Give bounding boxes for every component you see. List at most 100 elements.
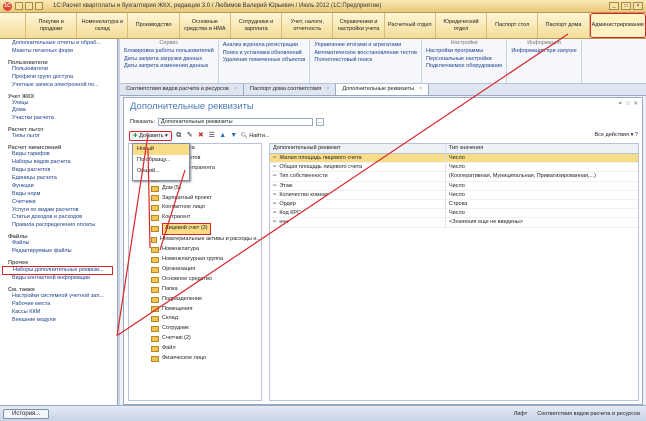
sidebar-item[interactable]: Дополнительные отчеты и обраб... xyxy=(2,40,117,48)
sidebar-item[interactable]: Пользователи xyxy=(2,66,117,74)
table-row[interactable]: ━ Этаж Число xyxy=(270,181,638,191)
sidebar-item[interactable]: Файлы xyxy=(2,240,117,248)
sidebar-item[interactable]: Услуги по видам расчетов xyxy=(2,207,117,215)
sidebar-item[interactable]: Настройки системной учетной зап... xyxy=(2,293,117,301)
tab[interactable]: Соответствия видов расчета и ресурсов × xyxy=(120,84,244,95)
table-row[interactable]: ━ Общая площадь лицевого счета Число xyxy=(270,163,638,173)
action-link[interactable]: Автоматическое восстановление тестов xyxy=(314,50,417,58)
section-2[interactable]: Номенклатура и склад xyxy=(77,13,129,38)
sidebar-item[interactable]: Дома xyxy=(2,107,117,115)
sidebar-item[interactable]: Участки расчета xyxy=(2,115,117,123)
tree-item[interactable]: Дом (5) xyxy=(129,184,261,194)
sidebar-item[interactable]: Учетные записи электронной по... xyxy=(2,82,117,90)
menu-item[interactable]: Новый xyxy=(133,144,189,155)
tab[interactable]: Паспорт дома соответствия × xyxy=(244,84,337,95)
tree-item[interactable]: Файл xyxy=(129,344,261,354)
show-field[interactable]: Дополнительные реквизиты xyxy=(157,118,313,126)
section-10[interactable]: Паспорт стол xyxy=(487,13,539,38)
sidebar-item[interactable]: Улицы xyxy=(2,100,117,108)
tab-close-icon[interactable]: × xyxy=(234,86,237,92)
sidebar-item[interactable]: Статьи доходов и расходов xyxy=(2,214,117,222)
tab-close-icon[interactable]: × xyxy=(419,86,422,92)
tab-close-icon[interactable]: × xyxy=(326,86,329,92)
sidebar-item[interactable]: Виды контактной информации xyxy=(2,275,117,283)
table-row[interactable]: ━ Жилая площадь лицевого счета Число xyxy=(270,154,638,164)
tree-item[interactable]: Сотрудник xyxy=(129,324,261,334)
action-link[interactable]: Удаление помеченных объектов xyxy=(223,57,306,65)
section-7[interactable]: Справочники и настройки учета xyxy=(333,13,385,38)
table-row[interactable]: ━ Код КРС Число xyxy=(270,209,638,219)
maximize-button[interactable]: □ xyxy=(621,2,631,10)
move-up-icon[interactable]: ▲ xyxy=(219,132,227,140)
action-link[interactable]: Даты запрета загрузки данных xyxy=(124,56,214,64)
action-link[interactable]: Управление итогами и агрегатами xyxy=(314,42,417,50)
section-5[interactable]: Сотрудники и зарплата xyxy=(231,13,283,38)
sidebar-item[interactable]: Наборы дополнительных реквизи... xyxy=(2,266,113,276)
tree-item[interactable]: Счетчик (2) xyxy=(129,334,261,344)
close-button[interactable]: × xyxy=(633,2,643,10)
sidebar-item[interactable]: Внешние модули xyxy=(2,317,117,325)
all-actions-button[interactable]: Все действия ▾ ? xyxy=(595,132,638,138)
link-icon[interactable]: ⚭ xyxy=(618,101,623,107)
section-4[interactable]: Основные средства и НМА xyxy=(180,13,231,38)
star-icon[interactable]: ☆ xyxy=(625,101,630,107)
tree-item[interactable]: Помещения xyxy=(129,305,261,315)
section-8[interactable]: Расчетный отдел xyxy=(385,13,436,38)
action-link[interactable]: Блокировка работы пользователей xyxy=(124,48,214,56)
tree-item[interactable]: Номенклатурная группа xyxy=(129,255,261,265)
action-link[interactable]: Информация при запуске xyxy=(511,48,576,56)
table-row[interactable]: ━ Ордер Строка xyxy=(270,199,638,210)
table-row[interactable]: ━ Количество комнат Число xyxy=(270,190,638,200)
section-11[interactable]: Паспорт дома xyxy=(538,13,590,38)
table-row[interactable]: ━ ннн <Значения еще не введены> xyxy=(270,218,638,228)
sidebar-item[interactable]: Виды расчетов xyxy=(2,167,117,175)
menu-item[interactable]: По образцу... xyxy=(133,155,189,166)
tree-item[interactable]: Нематериальные активы и расходы н... xyxy=(129,235,261,245)
action-link[interactable]: Даты запрета изменения данных xyxy=(124,63,214,71)
section-9[interactable]: Юридический отдел xyxy=(436,13,488,38)
sidebar-item[interactable]: Рабочие места xyxy=(2,301,117,309)
action-link[interactable]: Полнотекстовый поиск xyxy=(314,57,417,65)
sidebar-item[interactable]: Счетчики xyxy=(2,199,117,207)
move-down-icon[interactable]: ▼ xyxy=(230,132,238,140)
sidebar-item[interactable]: Единицы расчета xyxy=(2,175,117,183)
sidebar-item[interactable]: Редактируемые файлы xyxy=(2,248,117,256)
action-link[interactable]: Поиск и установка обновлений xyxy=(223,50,306,58)
hierarchy-icon[interactable]: ☰ xyxy=(208,132,216,140)
status-item-lift[interactable]: Лифт xyxy=(514,411,528,417)
tree-item[interactable]: Основное средство xyxy=(129,275,261,285)
sidebar-item[interactable]: Функции xyxy=(2,183,117,191)
sidebar-item[interactable]: Виды тарифов xyxy=(2,151,117,159)
tree-item[interactable]: Контактное лицо xyxy=(129,203,261,213)
tree-item[interactable]: Папка xyxy=(129,285,261,295)
status-item-correspondence[interactable]: Соответствия видов расчета и ресурсов xyxy=(537,411,640,417)
table-row[interactable]: ━ Тип собственности (Кооперативная, Муници… xyxy=(270,172,638,182)
history-button[interactable]: История... xyxy=(3,408,50,419)
edit-icon[interactable]: ✎ xyxy=(186,132,194,140)
close-form-icon[interactable]: ✕ xyxy=(633,101,638,107)
tree-item[interactable]: Лицевой счет (3) xyxy=(129,223,261,236)
add-button[interactable]: ✚ Добавить ▾ xyxy=(129,130,172,141)
find-button[interactable]: 🔍︎ Найти... xyxy=(241,133,270,139)
tree-item[interactable]: Зарплатный проект xyxy=(129,194,261,204)
action-link[interactable]: Настройки программы xyxy=(426,48,502,56)
section-1[interactable]: Покупки и продажи xyxy=(26,13,78,38)
sidebar-item[interactable]: Кассы ККМ xyxy=(2,309,117,317)
column-header-type[interactable]: Тип значения xyxy=(446,144,638,153)
column-header-attribute[interactable]: Дополнительный реквизит xyxy=(270,144,446,153)
sidebar-item[interactable]: Виды норм xyxy=(2,191,117,199)
section-3[interactable]: Производство xyxy=(128,13,180,38)
forward-icon[interactable] xyxy=(25,2,33,10)
tree-item[interactable]: Подразделение xyxy=(129,295,261,305)
tree-item[interactable]: Физическое лицо xyxy=(129,354,261,364)
sidebar-item[interactable]: Типы льгот xyxy=(2,133,117,141)
tree-item[interactable]: Контрагент xyxy=(129,213,261,223)
minimize-button[interactable]: _ xyxy=(609,2,619,10)
section-12[interactable]: Администрирование xyxy=(589,13,646,38)
action-link[interactable]: Анализ журнала регистрации xyxy=(223,42,306,50)
back-icon[interactable] xyxy=(15,2,23,10)
action-link[interactable]: Подключаемое оборудование xyxy=(426,63,502,71)
action-link[interactable]: Персональные настройки xyxy=(426,56,502,64)
section-0[interactable] xyxy=(0,13,26,38)
tree-item[interactable]: Номенклатура xyxy=(129,245,261,255)
